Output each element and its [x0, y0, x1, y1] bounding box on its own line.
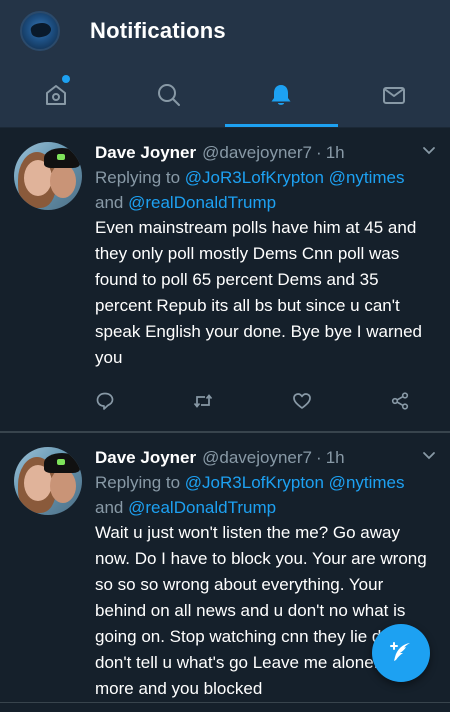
replying-and: and — [95, 192, 124, 212]
replying-to: Replying to @JoR3LofKrypton @nytimes and… — [95, 166, 436, 215]
replying-to: Replying to @JoR3LofKrypton @nytimes and… — [95, 471, 436, 520]
separator: · — [316, 448, 322, 467]
timestamp: 1h — [325, 448, 345, 467]
tweet-header: Dave Joyner @davejoyner7 · 1h — [95, 447, 436, 469]
replying-users[interactable]: @JoR3LofKrypton @nytimes — [185, 168, 405, 187]
replying-users[interactable]: @JoR3LofKrypton @nytimes — [185, 473, 405, 492]
chevron-down-icon[interactable] — [422, 449, 436, 463]
app: Notifications Dave Joyner @davejoyner7 ·… — [0, 0, 450, 712]
avatar[interactable] — [14, 142, 82, 210]
like-icon[interactable] — [292, 391, 312, 411]
replying-user-last[interactable]: @realDonaldTrump — [128, 498, 276, 517]
compose-quill-icon — [390, 642, 410, 661]
tab-notifications[interactable] — [225, 62, 338, 127]
separator: · — [316, 143, 322, 162]
replying-prefix: Replying to — [95, 168, 181, 187]
tab-bar — [0, 62, 450, 128]
replying-and: and — [95, 497, 124, 517]
avatar[interactable] — [14, 447, 82, 515]
profile-avatar[interactable] — [20, 11, 60, 51]
home-icon — [46, 84, 67, 105]
page-title: Notifications — [90, 18, 226, 43]
timestamp: 1h — [325, 143, 345, 162]
replying-prefix: Replying to — [95, 473, 181, 492]
new-activity-dot — [62, 75, 70, 83]
tweet-text: Even mainstream polls have him at 45 and… — [95, 218, 422, 367]
author-handle: @davejoyner7 — [202, 448, 313, 467]
tab-search[interactable] — [113, 62, 226, 127]
share-icon[interactable] — [390, 391, 410, 411]
tweet-actions — [95, 371, 436, 431]
bell-icon — [271, 84, 291, 105]
tab-messages[interactable] — [338, 62, 450, 127]
author-name[interactable]: Dave Joyner — [95, 142, 196, 164]
tweet[interactable]: Dave Joyner @davejoyner7 · 1h Replying t… — [0, 128, 450, 432]
chevron-down-icon[interactable] — [422, 144, 436, 158]
tweet-body: Dave Joyner @davejoyner7 · 1h Replying t… — [95, 142, 436, 431]
replying-user-last[interactable]: @realDonaldTrump — [128, 193, 276, 212]
tab-home[interactable] — [0, 62, 113, 127]
search-icon — [157, 83, 180, 106]
header: Notifications — [0, 0, 450, 62]
author-name[interactable]: Dave Joyner — [95, 447, 196, 469]
retweet-icon[interactable] — [193, 391, 213, 411]
reply-icon[interactable] — [95, 391, 115, 411]
author-handle: @davejoyner7 — [202, 143, 313, 162]
compose-tweet-button[interactable] — [372, 624, 430, 682]
tweet-header: Dave Joyner @davejoyner7 · 1h — [95, 142, 436, 164]
mail-icon — [382, 86, 405, 104]
